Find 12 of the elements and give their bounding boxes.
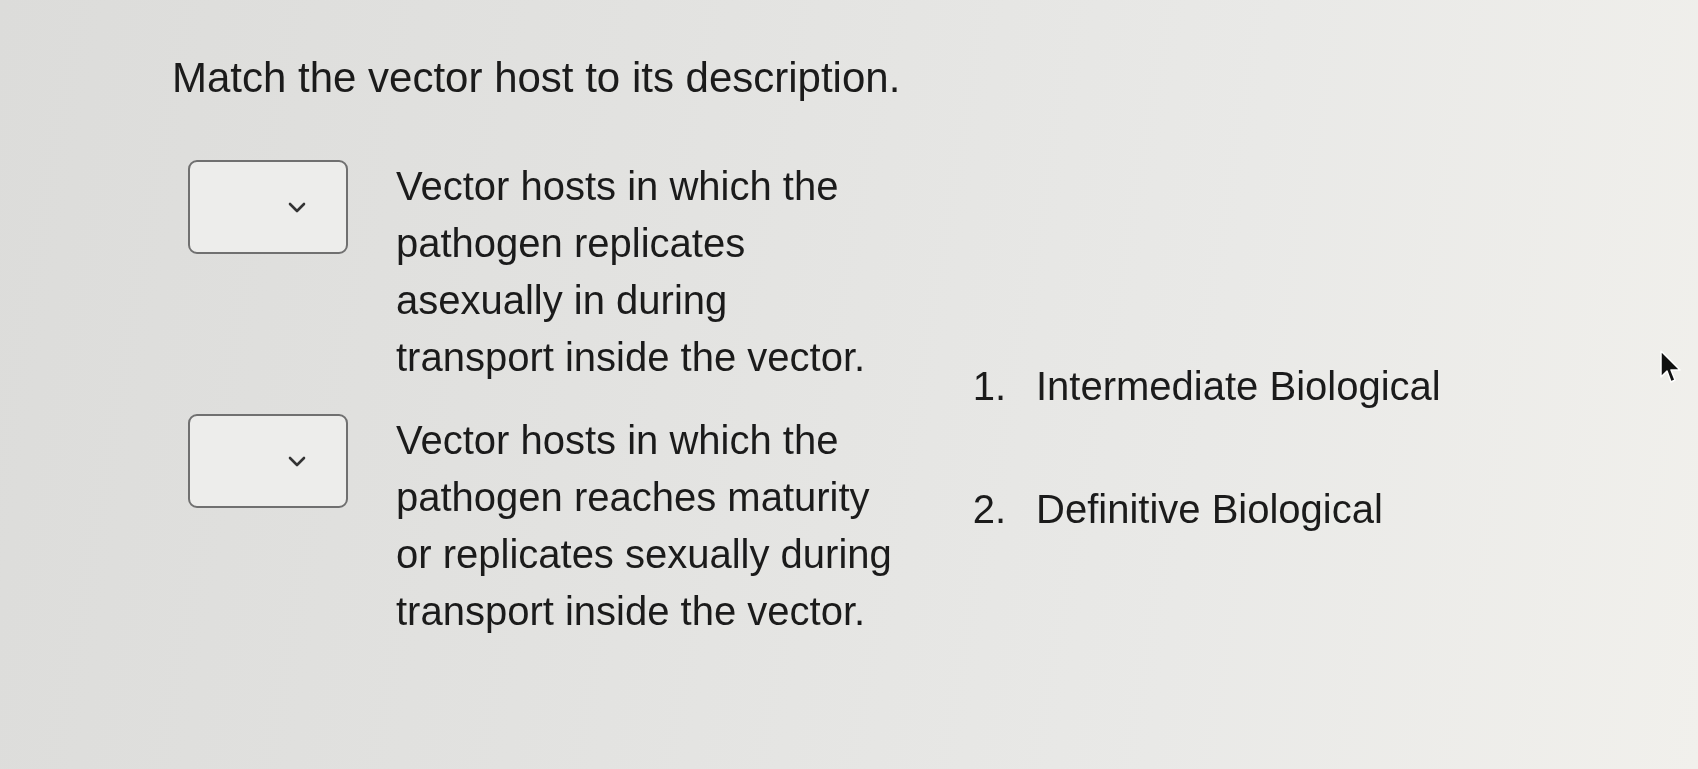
description-text: Vector hosts in which the pathogen replicates asexually in during transport inside the vector. — [396, 163, 867, 381]
chevron-down-icon — [288, 201, 306, 213]
answer-dropdown[interactable] — [188, 160, 348, 254]
mouse-pointer-icon — [1660, 350, 1682, 384]
answer-label: Intermediate Biological — [1036, 363, 1441, 410]
chevron-down-icon — [288, 455, 306, 467]
question-text: Match the vector host to its description. — [172, 53, 901, 103]
answer-dropdown[interactable] — [188, 414, 348, 508]
list-number: 2. — [971, 486, 1006, 533]
list-number: 1. — [971, 363, 1006, 410]
description-text: Vector hosts in which the pathogen reaches maturity or replicates sexually during transport inside the vector. — [396, 417, 893, 635]
answer-label: Definitive Biological — [1036, 486, 1383, 533]
